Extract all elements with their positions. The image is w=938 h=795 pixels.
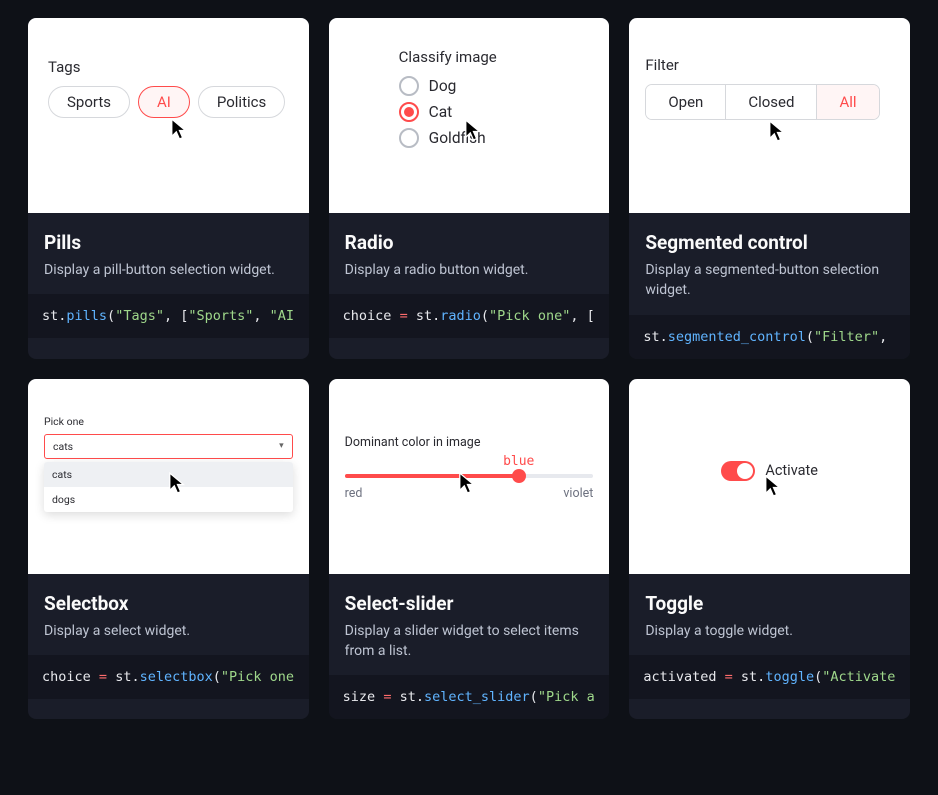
card-title: Selectbox [44,592,293,615]
radio-option[interactable]: Goldfish [399,128,540,148]
toggle-label: Activate [765,462,818,479]
slider-fill [345,474,519,478]
segment-option[interactable]: Closed [726,85,817,119]
card-subtitle: Display a segmented-button selection wid… [645,260,894,301]
chevron-down-icon: ▾ [279,441,284,451]
radio-preview: Classify image Dog Cat Goldfish [329,18,610,213]
radio-group-label: Classify image [399,48,540,66]
code-snippet: st.pills("Tags", ["Sports", "AI [28,294,309,338]
segment-option[interactable]: Open [646,85,726,119]
card-subtitle: Display a slider widget to select items … [345,621,594,662]
toggle-switch[interactable] [721,461,755,481]
radio-icon [399,76,419,96]
card-pills[interactable]: Tags Sports AI Politics Pills Display a … [28,18,309,359]
selectbox-menu-item[interactable]: cats [44,462,293,487]
code-snippet: choice = st.radio("Pick one", [ [329,294,610,338]
slider-track[interactable]: blue [345,474,594,478]
selectbox-menu: cats dogs [44,462,293,512]
slider-min-label: red [345,486,363,501]
card-subtitle: Display a radio button widget. [345,260,594,280]
radio-icon-selected [399,102,419,122]
radio-icon [399,128,419,148]
code-snippet: st.segmented_control("Filter", [629,315,910,359]
segmented-label: Filter [645,56,894,74]
selectbox-preview: Pick one cats ▾ cats dogs [28,379,309,574]
slider-max-label: violet [563,486,593,501]
card-select-slider[interactable]: Dominant color in image blue red violet … [329,379,610,720]
card-subtitle: Display a toggle widget. [645,621,894,641]
selectbox-label: Pick one [44,415,293,428]
select-slider-preview: Dominant color in image blue red violet [329,379,610,574]
pill-option[interactable]: Sports [48,86,130,118]
pills-label: Tags [48,58,289,76]
code-snippet: activated = st.toggle("Activate [629,655,910,699]
card-title: Pills [44,231,293,254]
segmented-preview: Filter Open Closed All [629,18,910,213]
card-subtitle: Display a pill-button selection widget. [44,260,293,280]
card-title: Select-slider [345,592,594,615]
radio-option-selected[interactable]: Cat [399,102,540,122]
card-subtitle: Display a select widget. [44,621,293,641]
card-title: Radio [345,231,594,254]
slider-label: Dominant color in image [345,435,594,450]
segmented-control: Open Closed All [645,84,879,120]
toggle-knob [737,463,753,479]
pills-preview: Tags Sports AI Politics [28,18,309,213]
widget-gallery-grid: Tags Sports AI Politics Pills Display a … [28,18,910,719]
toggle-preview: Activate [629,379,910,574]
slider-value: blue [503,454,534,469]
code-snippet: choice = st.selectbox("Pick one [28,655,309,699]
selectbox-menu-item[interactable]: dogs [44,487,293,512]
card-selectbox[interactable]: Pick one cats ▾ cats dogs Selectbox Disp… [28,379,309,720]
radio-option[interactable]: Dog [399,76,540,96]
selectbox-value: cats [53,440,73,453]
slider-thumb[interactable] [512,469,526,483]
code-snippet: size = st.select_slider("Pick a [329,675,610,719]
selectbox-field[interactable]: cats ▾ [44,434,293,459]
card-title: Toggle [645,592,894,615]
pill-option[interactable]: Politics [198,86,285,118]
card-segmented[interactable]: Filter Open Closed All Segmented control… [629,18,910,359]
pill-option-selected[interactable]: AI [138,86,190,118]
segment-option-selected[interactable]: All [817,85,878,119]
card-title: Segmented control [645,231,894,254]
card-toggle[interactable]: Activate Toggle Display a toggle widget.… [629,379,910,720]
card-radio[interactable]: Classify image Dog Cat Goldfish Radio Di… [329,18,610,359]
